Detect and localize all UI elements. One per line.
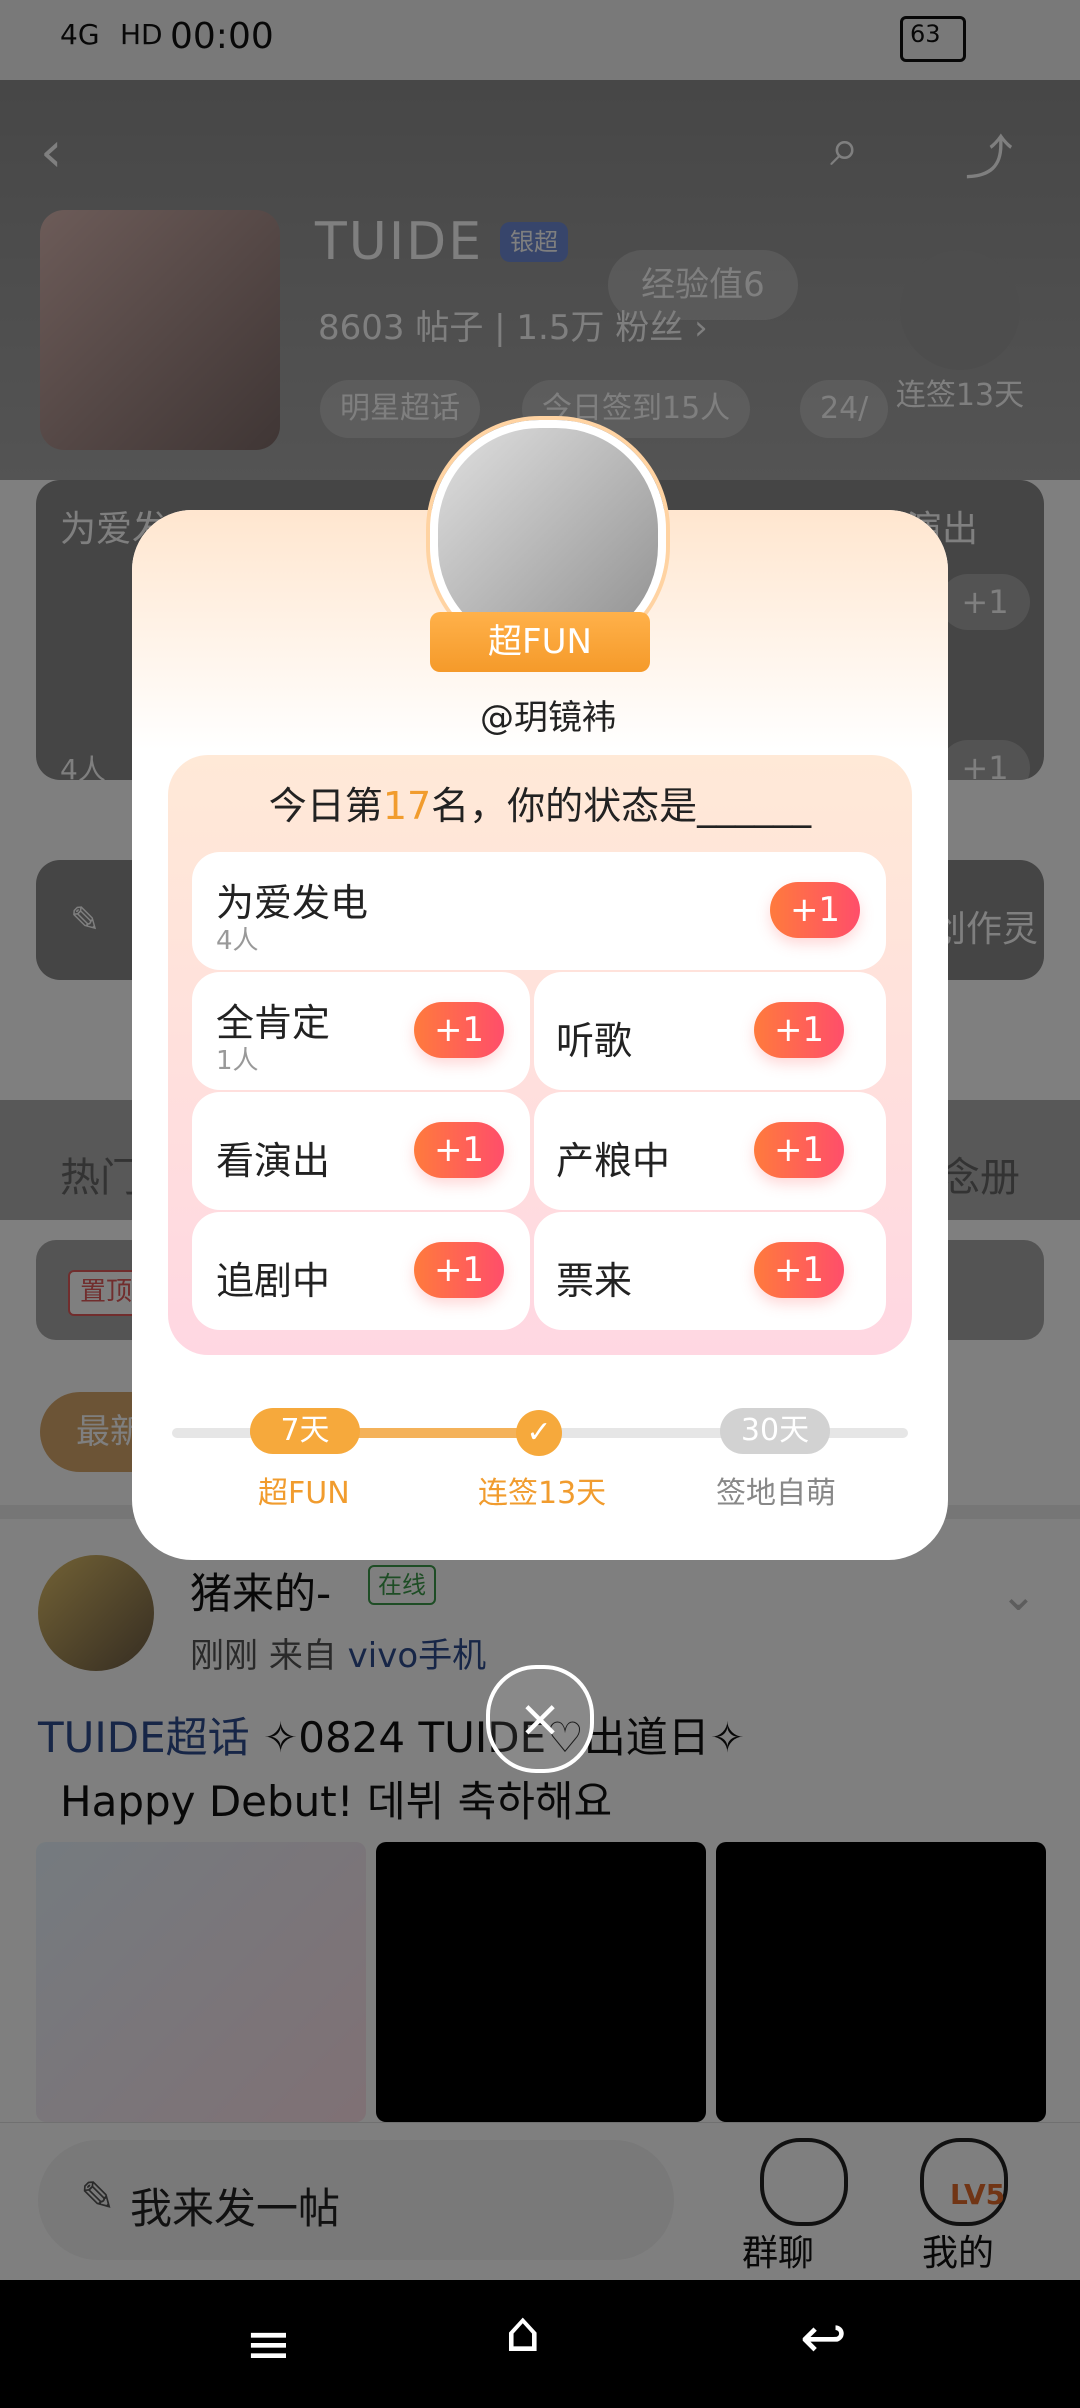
plus-one-button[interactable]: +1 xyxy=(414,1122,504,1178)
status-prompt: 今日第17名，你的状态是______ xyxy=(168,775,912,830)
rank-number: 17 xyxy=(382,784,432,828)
menu-icon[interactable]: ≡ xyxy=(245,2312,292,2377)
prompt-prefix: 今日第 xyxy=(268,784,383,828)
milestone-label: 超FUN xyxy=(258,1476,350,1511)
milestone-label: 连签13天 xyxy=(478,1476,607,1511)
plus-one-button[interactable]: +1 xyxy=(414,1242,504,1298)
milestone-pill: 7天 xyxy=(250,1408,360,1454)
return-icon[interactable]: ↩ xyxy=(800,2306,847,2371)
plus-one-button[interactable]: +1 xyxy=(754,1122,844,1178)
plus-one-button[interactable]: +1 xyxy=(754,1002,844,1058)
home-icon[interactable]: ⌂ xyxy=(505,2300,541,2365)
option-label: 看演出 xyxy=(216,1139,331,1183)
option-label: 追剧中 xyxy=(216,1259,331,1303)
option-count: 4人 xyxy=(216,926,259,956)
checkmark-icon: ✓ xyxy=(516,1410,562,1456)
user-handle: @玥镜袆 xyxy=(480,698,616,738)
plus-one-button[interactable]: +1 xyxy=(414,1002,504,1058)
milestone-pill: 30天 xyxy=(720,1408,830,1454)
option-label: 全肯定 xyxy=(216,1001,331,1045)
prompt-suffix: 名，你的状态是______ xyxy=(431,784,812,828)
fun-badge: 超FUN xyxy=(430,612,650,672)
milestone-label: 签地自萌 xyxy=(716,1476,836,1511)
option-label: 为爱发电 xyxy=(216,881,369,925)
option-label: 听歌 xyxy=(556,1019,633,1063)
option-label: 票来 xyxy=(556,1259,633,1303)
plus-one-button[interactable]: +1 xyxy=(770,882,860,938)
close-icon[interactable]: × xyxy=(486,1665,594,1773)
option-label: 产粮中 xyxy=(556,1139,671,1183)
option-count: 1人 xyxy=(216,1046,259,1076)
plus-one-button[interactable]: +1 xyxy=(754,1242,844,1298)
